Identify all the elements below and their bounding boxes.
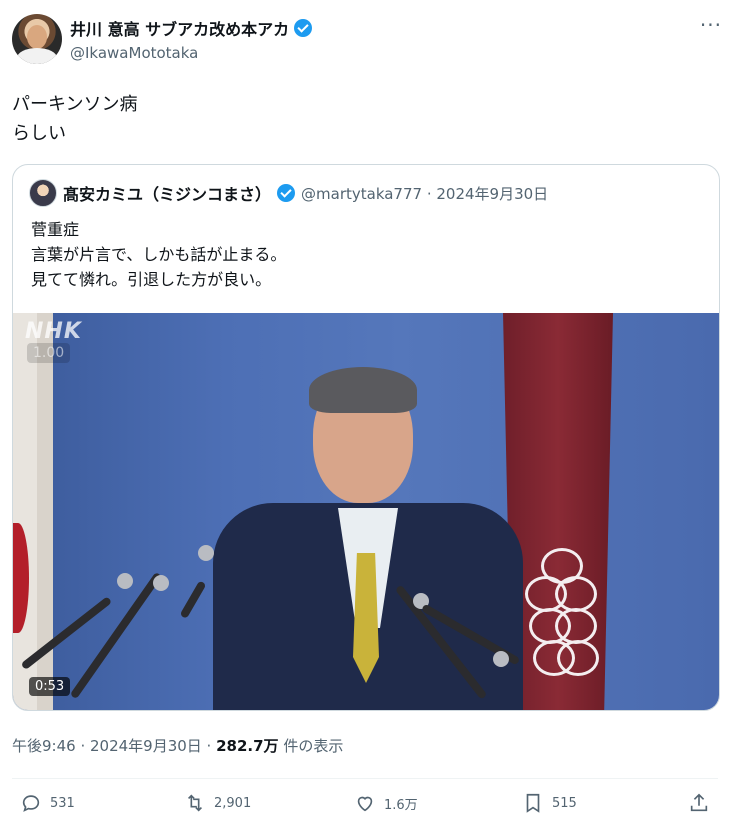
reply-count: 531	[50, 795, 75, 811]
verified-badge-icon	[277, 184, 296, 202]
divider	[12, 778, 718, 779]
speaker-tie	[353, 553, 379, 683]
retweet-icon	[187, 794, 203, 812]
quoted-line: 見てて憐れ。引退した方が良い。	[31, 270, 272, 289]
author-avatar[interactable]	[12, 14, 62, 64]
microphone-head	[153, 575, 169, 591]
playback-speed[interactable]: 1.00	[27, 343, 71, 363]
reply-icon	[22, 795, 40, 812]
microphone-head	[198, 545, 214, 561]
tweet-timestamp[interactable]: 午後9:46 · 2024年9月30日 · 282.7万 件の表示	[12, 735, 343, 756]
view-suffix: 件の表示	[278, 737, 344, 755]
nhk-watermark: NHK	[25, 319, 82, 344]
author-handle[interactable]: @IkawaMototaka	[70, 44, 198, 62]
quoted-line: 菅重症	[31, 220, 80, 239]
share-button[interactable]	[688, 792, 710, 814]
retweet-button[interactable]: 2,901	[184, 792, 251, 814]
author-name-row[interactable]: 井川 意高 サブアカ改め本アカ	[70, 16, 313, 40]
microphone	[179, 580, 207, 619]
video-duration: 0:53	[29, 677, 71, 696]
tweet-line: らしい	[12, 123, 66, 144]
microphone-head	[493, 651, 509, 667]
microphone-head	[117, 573, 133, 589]
quoted-text: 菅重症 言葉が片言で、しかも話が止まる。 見てて憐れ。引退した方が良い。	[31, 217, 286, 292]
quoted-header: 髙安カミユ（ミジンコまさ） @martytaka777 · 2024年9月30日	[29, 179, 548, 207]
microphone	[69, 571, 163, 700]
quoted-name: 髙安カミユ（ミジンコまさ）	[63, 185, 272, 204]
tweet-time[interactable]: 午後9:46 · 2024年9月30日 ·	[12, 737, 216, 755]
quoted-tweet-card[interactable]: 髙安カミユ（ミジンコまさ） @martytaka777 · 2024年9月30日…	[12, 164, 720, 711]
video-player[interactable]: NHK 1.00 0:53	[13, 313, 719, 710]
avatar-shirt	[17, 48, 57, 64]
verified-badge-icon	[294, 19, 313, 37]
avatar-face	[27, 25, 47, 49]
author-name[interactable]: 井川 意高 サブアカ改め本アカ	[70, 16, 289, 40]
action-bar: 531 2,901 1.6万 515	[12, 792, 718, 824]
quoted-line: 言葉が片言で、しかも話が止まる。	[31, 245, 287, 264]
share-icon	[690, 793, 708, 812]
bookmark-icon	[526, 793, 540, 813]
retweet-count: 2,901	[214, 795, 252, 811]
tweet-line: パーキンソン病	[12, 94, 138, 115]
quoted-avatar[interactable]	[29, 179, 57, 207]
bookmark-count: 515	[552, 795, 577, 811]
speaker-hair	[309, 367, 417, 413]
like-count: 1.6万	[384, 797, 418, 813]
tweet-text: パーキンソン病 らしい	[12, 90, 137, 148]
view-count: 282.7万	[216, 737, 279, 755]
more-options-icon[interactable]: ···	[700, 15, 722, 35]
heart-icon	[357, 796, 373, 812]
reply-button[interactable]: 531	[20, 792, 75, 814]
like-button[interactable]: 1.6万	[354, 792, 418, 814]
bookmark-button[interactable]: 515	[522, 792, 577, 814]
party-emblem	[525, 548, 599, 698]
quoted-meta: @martytaka777 · 2024年9月30日	[301, 184, 549, 203]
